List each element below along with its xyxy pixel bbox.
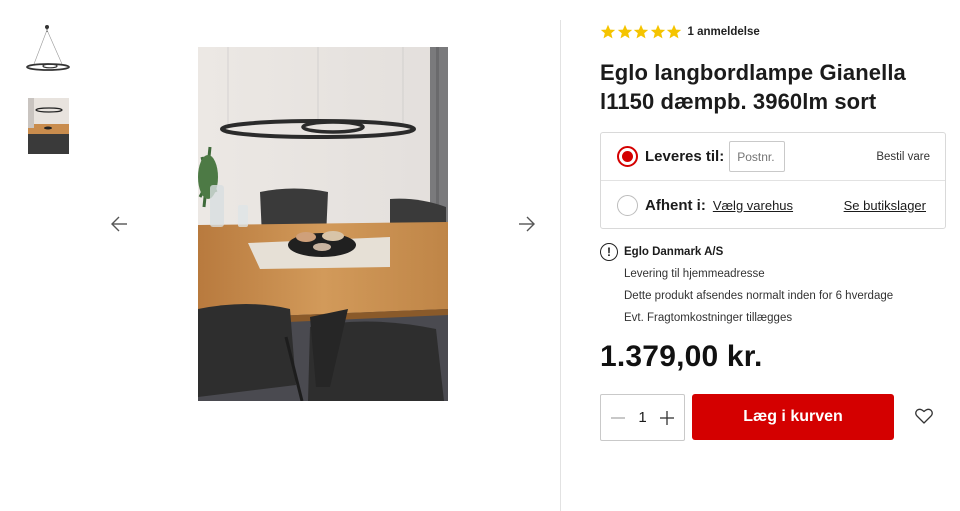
supplier-name: Eglo Danmark A/S (624, 246, 724, 258)
previous-image-button[interactable] (107, 210, 131, 238)
rating[interactable]: 1 anmeldelse (600, 24, 760, 40)
star-icon (633, 24, 649, 39)
add-to-cart-button[interactable]: Læg i kurven (692, 394, 894, 440)
info-icon: ! (600, 243, 618, 261)
order-text: Bestil vare (876, 150, 930, 163)
lamp-thumbnail-image (26, 25, 70, 71)
info-line: Evt. Fragtomkostninger tillægges (624, 312, 793, 324)
postnr-input[interactable] (729, 141, 786, 172)
product-title: Eglo langbordlampe Gianella l1150 dæmpb.… (600, 60, 906, 114)
info-line: Dette produkt afsendes normalt inden for… (624, 290, 894, 302)
store-stock-link[interactable]: Se butikslager (844, 198, 926, 213)
thumbnail-lamp[interactable] (26, 24, 72, 74)
heart-icon (915, 408, 933, 424)
plus-icon (660, 410, 674, 425)
delivery-options: Leveres til: Bestil vare Afhent i: Vælg … (600, 132, 946, 229)
star-icon (666, 24, 682, 39)
room-thumbnail-image (28, 98, 69, 154)
quantity-value[interactable]: 1 (638, 409, 646, 426)
delivery-option-pickup[interactable]: Afhent i: Vælg varehus Se butikslager (601, 181, 945, 229)
star-icon (650, 24, 665, 39)
favorite-button[interactable] (913, 405, 935, 427)
pickup-label: Afhent i: (645, 196, 706, 214)
arrow-right-icon (519, 216, 535, 232)
arrow-left-icon (111, 216, 127, 232)
main-product-image (198, 47, 448, 401)
info-line: Levering til hjemmeadresse (624, 268, 765, 280)
star-icon (617, 24, 632, 39)
next-image-button[interactable] (515, 210, 539, 238)
decrease-quantity-button[interactable] (609, 409, 627, 427)
review-count[interactable]: 1 anmeldelse (688, 26, 760, 38)
deliver-radio[interactable] (617, 146, 638, 167)
star-icon (600, 24, 616, 39)
choose-store-link[interactable]: Vælg varehus (713, 198, 793, 213)
increase-quantity-button[interactable] (658, 409, 676, 427)
quantity-stepper: 1 (600, 394, 685, 441)
thumbnail-room[interactable] (28, 98, 69, 154)
product-price: 1.379,00 kr. (600, 340, 763, 373)
minus-icon (611, 416, 625, 419)
vertical-divider (560, 20, 561, 511)
deliver-label: Leveres til: (645, 148, 725, 165)
delivery-option-home[interactable]: Leveres til: Bestil vare (601, 133, 945, 181)
pickup-radio[interactable] (617, 194, 638, 216)
